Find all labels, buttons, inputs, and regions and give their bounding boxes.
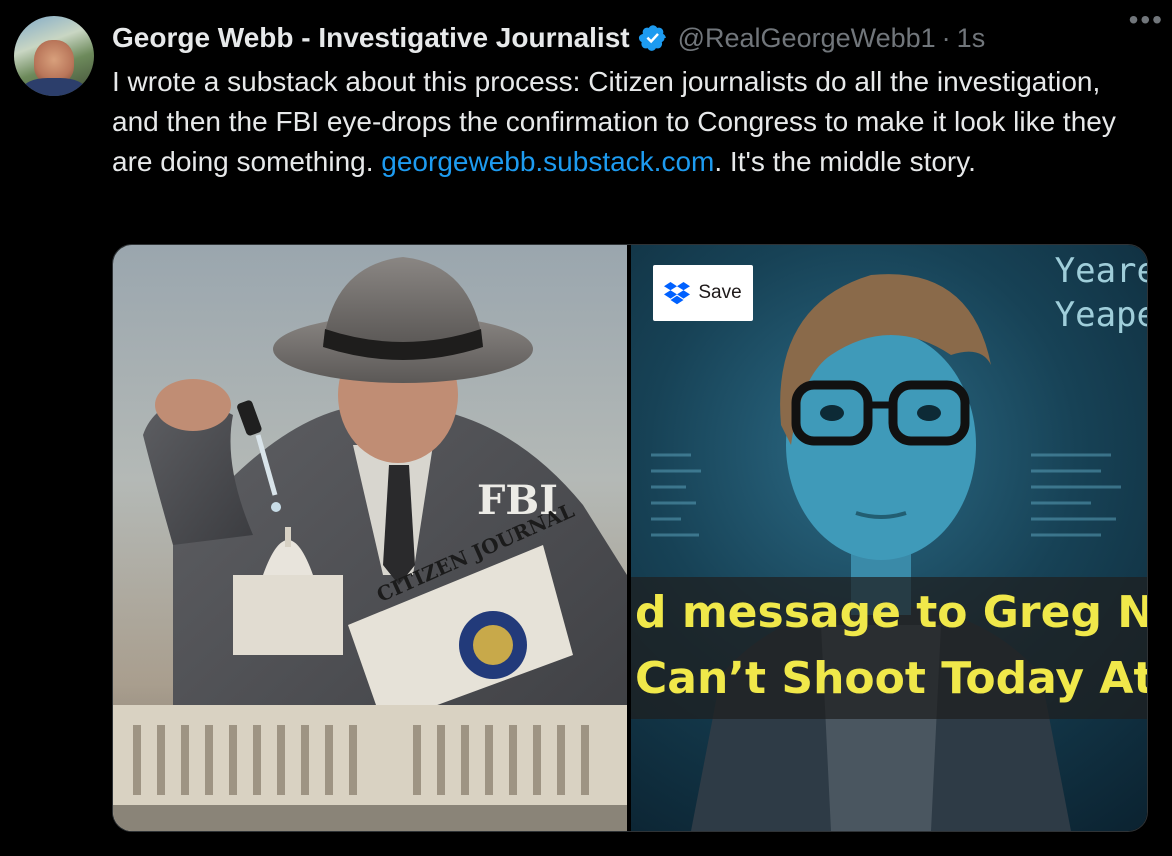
student-illustration (651, 274, 1121, 831)
tweet-timestamp[interactable]: 1s (957, 23, 986, 54)
substack-link[interactable]: georgewebb.substack.com (381, 146, 714, 177)
avatar[interactable] (14, 16, 94, 96)
tweet-text-part2: . It's the middle story. (714, 146, 976, 177)
save-label: Save (698, 282, 742, 303)
media-image-left[interactable]: FBI CITIZEN JOURNAL (113, 245, 627, 831)
more-options-icon[interactable]: ••• (1129, 4, 1164, 36)
separator-dot: · (941, 22, 951, 53)
media-image-right[interactable]: Yeare Yeape Save d message to Greg Ni Ca… (631, 245, 1147, 831)
save-button[interactable]: Save (653, 265, 753, 321)
tweet-header: George Webb - Investigative Journalist @… (112, 18, 1152, 58)
dropbox-icon (664, 281, 691, 305)
video-caption-bar: d message to Greg Ni Can’t Shoot Today A… (631, 577, 1147, 719)
tweet: George Webb - Investigative Journalist @… (0, 0, 1172, 856)
caption-line-1: d message to Greg Ni (635, 587, 1147, 638)
avatar-shirt (22, 78, 86, 96)
verified-badge-icon[interactable] (638, 23, 668, 53)
author-handle[interactable]: @RealGeorgeWebb1 (678, 23, 936, 54)
tweet-text: I wrote a substack about this process: C… (112, 62, 1152, 182)
fbi-illustration (113, 257, 627, 831)
caption-line-2: Can’t Shoot Today At (635, 653, 1147, 704)
author-name[interactable]: George Webb - Investigative Journalist (112, 22, 630, 54)
tweet-media: FBI CITIZEN JOURNAL Yeare Yeape Save d m… (112, 244, 1148, 832)
